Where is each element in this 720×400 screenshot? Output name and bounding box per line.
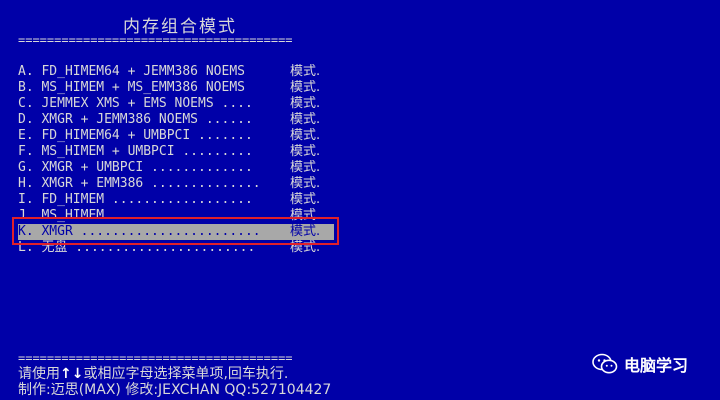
menu-item-mode: 模式. bbox=[290, 176, 321, 191]
watermark: 电脑学习 bbox=[592, 352, 688, 376]
menu-item-label: I. FD_HIMEM .................. bbox=[18, 192, 253, 207]
bottom-divider: ====================================== bbox=[18, 351, 293, 365]
arrow-up-icon: ↑ bbox=[60, 366, 72, 382]
menu-item-label: G. XMGR + UMBPCI ............. bbox=[18, 160, 253, 175]
menu-item-mode: 模式. bbox=[290, 96, 321, 111]
wechat-icon bbox=[592, 353, 618, 374]
menu-item-mode: 模式. bbox=[290, 64, 321, 79]
menu-item-e[interactable]: E. FD_HIMEM64 + UMBPCI ....... 模式. bbox=[18, 128, 334, 144]
menu-item-a[interactable]: A. FD_HIMEM64 + JEMM386 NOEMS 模式. bbox=[18, 64, 334, 80]
menu-item-label: F. MS_HIMEM + UMBPCI ......... bbox=[18, 144, 253, 159]
menu-item-mode: 模式. bbox=[290, 128, 321, 143]
menu-item-f[interactable]: F. MS_HIMEM + UMBPCI ......... 模式. bbox=[18, 144, 334, 160]
help-text: 请使用↑↓或相应字母选择菜单项,回车执行. bbox=[18, 366, 398, 382]
menu-item-label: H. XMGR + EMM386 .............. bbox=[18, 176, 261, 191]
menu-item-label: B. MS_HIMEM + MS_EMM386 NOEMS bbox=[18, 80, 253, 95]
menu-item-mode: 模式. bbox=[290, 192, 321, 207]
menu-item-mode: 模式. bbox=[290, 112, 321, 127]
menu-item-mode: 模式. bbox=[290, 144, 321, 159]
dos-boot-menu-screen: 内存组合模式 =================================… bbox=[0, 0, 720, 400]
arrow-down-icon: ↓ bbox=[71, 366, 84, 382]
watermark-text: 电脑学习 bbox=[624, 356, 689, 375]
menu-item-b[interactable]: B. MS_HIMEM + MS_EMM386 NOEMS 模式. bbox=[18, 80, 334, 96]
credits-text: 制作:迈思(MAX) 修改:JEXCHAN QQ:527104427 bbox=[18, 382, 332, 398]
help-prefix: 请使用 bbox=[18, 366, 60, 382]
menu-item-g[interactable]: G. XMGR + UMBPCI ............. 模式. bbox=[18, 160, 334, 176]
menu-item-i[interactable]: I. FD_HIMEM .................. 模式. bbox=[18, 192, 334, 208]
menu-item-label: C. JEMMEX XMS + EMS NOEMS .... bbox=[18, 96, 253, 111]
menu-item-d[interactable]: D. XMGR + JEMM386 NOEMS ...... 模式. bbox=[18, 112, 334, 128]
menu-item-c[interactable]: C. JEMMEX XMS + EMS NOEMS .... 模式. bbox=[18, 96, 334, 112]
menu-item-mode: 模式. bbox=[290, 80, 321, 95]
menu-item-label: D. XMGR + JEMM386 NOEMS ...... bbox=[18, 112, 253, 127]
selection-highlight-box bbox=[12, 217, 339, 245]
menu-item-label: E. FD_HIMEM64 + UMBPCI ....... bbox=[18, 128, 253, 143]
top-divider: ====================================== bbox=[18, 33, 293, 47]
menu-item-mode: 模式. bbox=[290, 160, 321, 175]
menu-item-label: A. FD_HIMEM64 + JEMM386 NOEMS bbox=[18, 64, 253, 79]
menu-item-h[interactable]: H. XMGR + EMM386 .............. 模式. bbox=[18, 176, 334, 192]
help-suffix: 或相应字母选择菜单项,回车执行. bbox=[83, 366, 289, 382]
